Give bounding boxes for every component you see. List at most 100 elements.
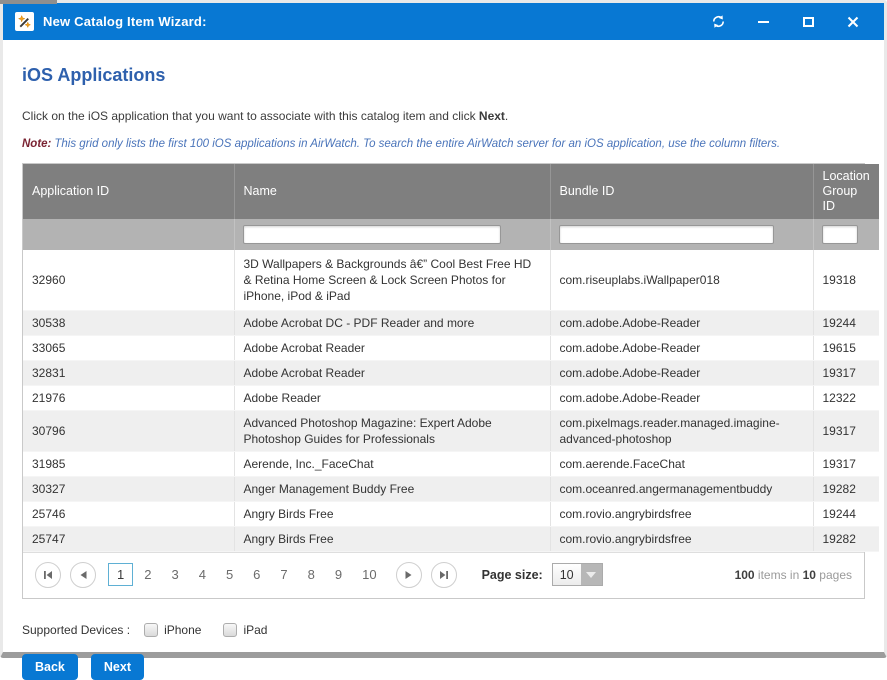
column-header-application-id[interactable]: Application ID: [23, 164, 234, 219]
column-header-bundle-id[interactable]: Bundle ID: [550, 164, 813, 219]
app-id-cell: 30327: [23, 476, 234, 501]
note-text: Note:This grid only lists the first 100 …: [22, 138, 865, 150]
app-row[interactable]: 25747 Angry Birds Free com.rovio.angrybi…: [23, 526, 879, 551]
app-row[interactable]: 30327 Anger Management Buddy Free com.oc…: [23, 476, 879, 501]
next-page-button[interactable]: [396, 562, 422, 588]
app-name-cell: Angry Birds Free: [234, 501, 550, 526]
note-label: Note:: [22, 138, 51, 150]
window-title: New Catalog Item Wizard:: [43, 14, 207, 29]
page-size-dropdown[interactable]: 10: [552, 563, 603, 586]
wizard-actions: Back Next: [22, 654, 865, 680]
refresh-icon[interactable]: [709, 13, 727, 31]
maximize-icon[interactable]: [799, 13, 817, 31]
ipad-checkbox-option[interactable]: iPad: [223, 623, 267, 637]
iphone-checkbox[interactable]: [144, 623, 158, 637]
app-name-cell: Advanced Photoshop Magazine: Expert Adob…: [234, 410, 550, 451]
page-number-4[interactable]: 4: [190, 563, 215, 586]
app-name-cell: Adobe Reader: [234, 385, 550, 410]
location-group-id-cell: 19282: [813, 476, 879, 501]
app-row[interactable]: 30796 Advanced Photoshop Magazine: Exper…: [23, 410, 879, 451]
page-size-label: Page size:: [482, 568, 543, 582]
app-name-cell: Adobe Acrobat DC - PDF Reader and more: [234, 310, 550, 335]
app-row[interactable]: 33065 Adobe Acrobat Reader com.adobe.Ado…: [23, 335, 879, 360]
next-button[interactable]: Next: [91, 654, 144, 680]
page-number-8[interactable]: 8: [299, 563, 324, 586]
window-controls: [709, 13, 862, 31]
last-page-button[interactable]: [431, 562, 457, 588]
pager-summary: 100 items in 10 pages: [735, 568, 852, 582]
bundle-id-filter-input[interactable]: [559, 225, 774, 244]
app-row[interactable]: 30538 Adobe Acrobat DC - PDF Reader and …: [23, 310, 879, 335]
bundle-id-cell: com.rovio.angrybirdsfree: [550, 526, 813, 551]
filter-cell-location-group-id: [813, 219, 879, 250]
location-group-id-cell: 19282: [813, 526, 879, 551]
app-id-cell: 30538: [23, 310, 234, 335]
filter-cell-name: [234, 219, 550, 250]
bundle-id-cell: com.adobe.Adobe-Reader: [550, 360, 813, 385]
app-id-cell: 30796: [23, 410, 234, 451]
app-name-cell: Adobe Acrobat Reader: [234, 360, 550, 385]
previous-page-button[interactable]: [70, 562, 96, 588]
iphone-checkbox-option[interactable]: iPhone: [144, 623, 201, 637]
app-name-cell: Anger Management Buddy Free: [234, 476, 550, 501]
window-frame-notch: [0, 0, 57, 4]
location-group-id-cell: 19317: [813, 451, 879, 476]
filter-cell-bundle-id: [550, 219, 813, 250]
wizard-window: New Catalog Item Wizard: iOS Applic: [0, 0, 887, 658]
close-icon[interactable]: [844, 13, 862, 31]
page-number-1[interactable]: 1: [108, 563, 133, 586]
items-count: 100: [735, 568, 755, 582]
app-row[interactable]: 31985 Aerende, Inc._FaceChat com.aerende…: [23, 451, 879, 476]
app-row[interactable]: 21976 Adobe Reader com.adobe.Adobe-Reade…: [23, 385, 879, 410]
app-name-cell: Aerende, Inc._FaceChat: [234, 451, 550, 476]
page-number-10[interactable]: 10: [353, 563, 385, 586]
page-number-9[interactable]: 9: [326, 563, 351, 586]
location-group-id-cell: 19317: [813, 410, 879, 451]
chevron-down-icon[interactable]: [581, 564, 602, 585]
app-row[interactable]: 32960 3D Wallpapers & Backgrounds â€” Co…: [23, 250, 879, 310]
instruction-text: Click on the iOS application that you wa…: [22, 109, 865, 123]
page-number-2[interactable]: 2: [135, 563, 160, 586]
bundle-id-cell: com.adobe.Adobe-Reader: [550, 385, 813, 410]
page-size-value: 10: [553, 564, 581, 585]
location-group-id-filter-input[interactable]: [822, 225, 858, 244]
applications-table: Application ID Name Bundle ID Location G…: [23, 164, 879, 552]
bundle-id-cell: com.oceanred.angermanagementbuddy: [550, 476, 813, 501]
page-number-7[interactable]: 7: [271, 563, 296, 586]
location-group-id-cell: 19318: [813, 250, 879, 310]
page-number-3[interactable]: 3: [162, 563, 187, 586]
first-page-button[interactable]: [35, 562, 61, 588]
pages-count: 10: [803, 568, 816, 582]
filter-cell-application-id: [23, 219, 234, 250]
page-number-5[interactable]: 5: [217, 563, 242, 586]
iphone-checkbox-label: iPhone: [164, 623, 201, 637]
page-number-6[interactable]: 6: [244, 563, 269, 586]
filter-row: [23, 219, 879, 250]
applications-grid: Application ID Name Bundle ID Location G…: [22, 163, 865, 599]
app-id-cell: 33065: [23, 335, 234, 360]
location-group-id-cell: 19244: [813, 310, 879, 335]
ipad-checkbox[interactable]: [223, 623, 237, 637]
pager: 1 2 3 4 5 6 7 8 9 10 Page size:: [23, 552, 864, 598]
bundle-id-cell: com.pixelmags.reader.managed.imagine-adv…: [550, 410, 813, 451]
app-row[interactable]: 32831 Adobe Acrobat Reader com.adobe.Ado…: [23, 360, 879, 385]
column-header-name[interactable]: Name: [234, 164, 550, 219]
location-group-id-cell: 19615: [813, 335, 879, 360]
bundle-id-cell: com.adobe.Adobe-Reader: [550, 310, 813, 335]
bundle-id-cell: com.riseuplabs.iWallpaper018: [550, 250, 813, 310]
minimize-icon[interactable]: [754, 13, 772, 31]
app-row[interactable]: 25746 Angry Birds Free com.rovio.angrybi…: [23, 501, 879, 526]
column-header-location-group-id[interactable]: Location Group ID: [813, 164, 879, 219]
back-button[interactable]: Back: [22, 654, 78, 680]
app-id-cell: 32960: [23, 250, 234, 310]
instruction-prefix: Click on the iOS application that you wa…: [22, 109, 479, 123]
app-id-cell: 25746: [23, 501, 234, 526]
name-filter-input[interactable]: [243, 225, 501, 244]
app-id-cell: 31985: [23, 451, 234, 476]
bundle-id-cell: com.aerende.FaceChat: [550, 451, 813, 476]
app-name-cell: Angry Birds Free: [234, 526, 550, 551]
app-id-cell: 21976: [23, 385, 234, 410]
page-title: iOS Applications: [22, 65, 865, 86]
app-id-cell: 32831: [23, 360, 234, 385]
bundle-id-cell: com.rovio.angrybirdsfree: [550, 501, 813, 526]
